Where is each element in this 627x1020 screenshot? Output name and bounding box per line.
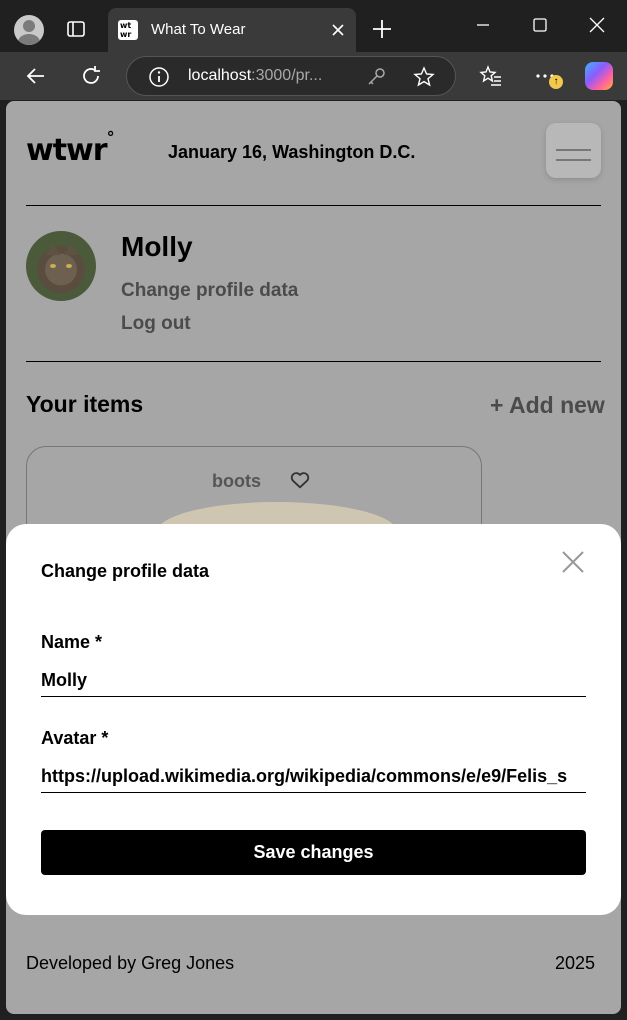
item-card-name: boots <box>212 471 261 491</box>
browser-toolbar: localhost:3000/pr... <box>0 52 627 100</box>
maximize-window-icon[interactable] <box>529 14 551 36</box>
site-info-icon[interactable] <box>148 66 170 88</box>
profile-page: wtwr° January 16, Washington D.C. Molly … <box>6 101 621 1014</box>
favorite-star-icon[interactable] <box>413 66 435 88</box>
site-favicon-icon: wt wr <box>118 20 138 40</box>
profile-name: Molly <box>121 231 193 262</box>
browser-tab-bar: wt wr What To Wear <box>0 0 627 52</box>
add-new-button[interactable]: + Add new <box>490 392 605 419</box>
browser-profile-icon[interactable] <box>14 15 44 45</box>
site-logo[interactable]: wtwr° <box>26 128 115 168</box>
logout-link[interactable]: Log out <box>121 313 191 335</box>
tab-actions-icon[interactable] <box>64 17 88 41</box>
name-label: Name * <box>41 632 103 652</box>
change-profile-link[interactable]: Change profile data <box>121 280 298 302</box>
update-badge-icon: ↑ <box>549 75 563 89</box>
key-icon[interactable] <box>365 66 387 88</box>
minimize-window-icon[interactable] <box>472 14 494 36</box>
footer-credit: Developed by Greg Jones <box>26 953 235 973</box>
copilot-icon[interactable] <box>585 62 613 90</box>
modal-title: Change profile data <box>41 561 210 581</box>
profile-divider <box>26 361 601 362</box>
avatar <box>26 231 96 301</box>
avatar-url-input[interactable] <box>41 761 586 793</box>
page-viewport: wtwr° January 16, Washington D.C. Molly … <box>6 101 621 1014</box>
back-arrow-icon[interactable] <box>24 64 48 88</box>
save-button[interactable]: Save changes <box>41 830 586 875</box>
header-divider <box>26 205 601 206</box>
date-location: January 16, Washington D.C. <box>168 142 416 162</box>
url-text: localhost:3000/pr... <box>188 67 323 84</box>
close-icon[interactable] <box>561 550 585 574</box>
new-tab-plus-icon[interactable] <box>371 18 393 40</box>
tab-close-icon[interactable] <box>328 20 348 40</box>
items-title: Your items <box>26 391 144 417</box>
tab-title: What To Wear <box>151 21 246 38</box>
browser-tab[interactable]: wt wr What To Wear <box>108 8 356 52</box>
close-window-icon[interactable] <box>586 14 608 36</box>
favorites-list-icon[interactable] <box>479 64 503 88</box>
avatar-label: Avatar * <box>41 728 109 748</box>
heart-icon[interactable] <box>289 469 311 491</box>
reload-icon[interactable] <box>79 64 103 88</box>
change-profile-modal: Change profile data Name * Avatar * Save… <box>6 524 621 915</box>
name-input[interactable] <box>41 665 586 697</box>
address-bar[interactable]: localhost:3000/pr... <box>126 56 456 96</box>
menu-hamburger-icon[interactable] <box>546 123 601 178</box>
footer-year: 2025 <box>555 953 596 973</box>
